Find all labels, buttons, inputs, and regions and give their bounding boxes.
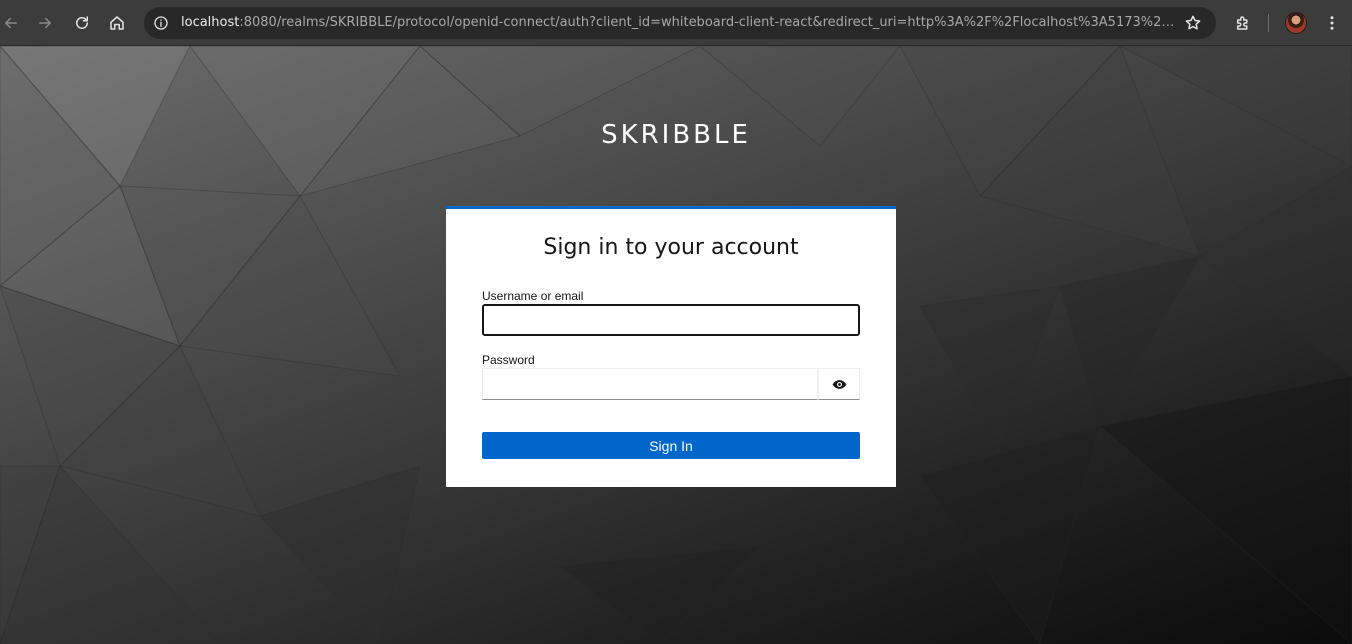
reload-button[interactable] [66,7,98,39]
password-label: Password [482,353,535,367]
username-label: Username or email [482,289,584,303]
eye-icon [832,379,846,389]
show-password-button[interactable] [818,368,860,400]
home-icon [110,16,124,30]
browser-toolbar: localhost:8080/realms/SKRIBBLE/protocol/… [0,0,1352,46]
url-text[interactable]: localhost:8080/realms/SKRIBBLE/protocol/… [181,15,1176,31]
puzzle-icon [1237,16,1248,30]
site-info-button[interactable] [150,12,172,34]
address-bar[interactable]: localhost:8080/realms/SKRIBBLE/protocol/… [144,7,1216,39]
url-path: :8080/realms/SKRIBBLE/protocol/openid-co… [239,15,1176,30]
sign-in-button[interactable]: Sign In [482,432,860,459]
extensions-button[interactable] [1227,7,1259,39]
kebab-menu-icon [1330,16,1334,30]
password-input[interactable] [482,368,818,400]
page-viewport: SKRIBBLE Sign in to your account Usernam… [0,46,1352,644]
realm-brand-title: SKRIBBLE [601,120,751,150]
toolbar-separator [1268,14,1269,32]
back-button[interactable] [0,7,27,39]
username-input[interactable] [482,304,860,336]
url-host: localhost [181,15,240,30]
home-button[interactable] [101,7,133,39]
profile-avatar[interactable] [1285,12,1307,34]
browser-menu-button[interactable] [1316,7,1348,39]
login-card: Sign in to your account Username or emai… [446,206,896,487]
info-icon [154,16,168,30]
reload-icon [76,16,88,29]
arrow-left-icon [5,17,17,29]
login-title: Sign in to your account [543,235,799,260]
star-icon[interactable] [1184,14,1202,32]
arrow-right-icon [39,17,51,29]
forward-button[interactable] [29,7,61,39]
